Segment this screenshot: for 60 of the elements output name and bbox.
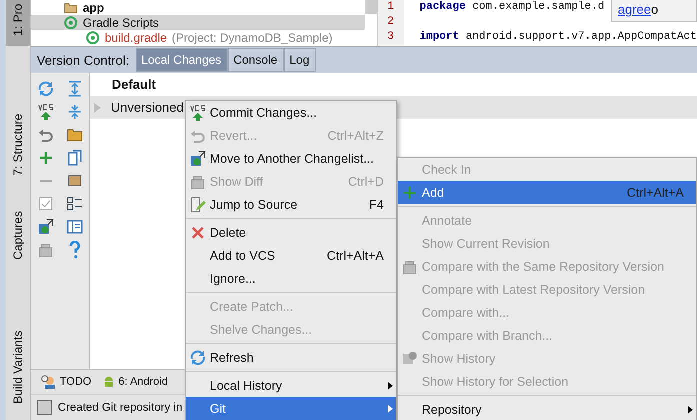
menu-item[interactable]: Repository (398, 398, 696, 420)
close-icon (191, 226, 205, 240)
menu-item[interactable]: Git (186, 397, 396, 420)
status-icon[interactable] (37, 400, 52, 415)
tree-item[interactable]: app (31, 0, 366, 15)
menu-item[interactable]: Delete (186, 221, 396, 244)
submenu-arrow-icon (688, 406, 693, 414)
plus-icon[interactable] (38, 150, 54, 166)
gradle-icon (64, 16, 78, 30)
move-icon (190, 150, 206, 166)
tree-label: Gradle Scripts (83, 16, 160, 30)
menu-item[interactable]: Add Ctrl+Alt+A (398, 181, 696, 204)
status-message: Created Git repository in (58, 402, 183, 414)
tree-detail: (Project: DynamoDB_Sample) (172, 30, 333, 44)
plus-icon (403, 186, 417, 200)
folder-icon[interactable] (66, 126, 82, 142)
expand-arrow-icon[interactable] (94, 102, 101, 112)
code-line: import android.support.v7.app.AppCompatAct (420, 31, 697, 43)
tool-button[interactable]: 6: Android (102, 375, 168, 389)
move-icon[interactable] (38, 218, 54, 234)
vcs-commit-icon[interactable] (38, 104, 54, 120)
line-number: 1 (387, 1, 394, 15)
menu-item[interactable]: Ignore... (186, 267, 396, 290)
tree-item[interactable]: Gradle Scripts (31, 15, 366, 30)
checkbox-icon[interactable] (38, 196, 54, 212)
tree-item[interactable]: build.gradle (Project: DynamoDB_Sample) (31, 30, 366, 45)
tool-window-title: Version Control: (36, 52, 130, 68)
refresh-icon[interactable] (38, 80, 54, 96)
copy-icon[interactable] (66, 150, 82, 166)
menu-item[interactable]: Commit Changes... (186, 101, 396, 124)
line-number: 3 (387, 31, 394, 45)
menu-item[interactable]: Add to VCS Ctrl+Alt+A (186, 244, 396, 267)
code-line: package com.example.sample.d (420, 1, 605, 13)
menu-item[interactable]: Jump to Source F4 (186, 193, 396, 216)
gradle-icon (86, 30, 100, 44)
pencil-icon (190, 196, 206, 212)
scrollbar[interactable] (365, 0, 377, 14)
collapse-icon[interactable] (66, 104, 82, 120)
person-icon (41, 375, 57, 389)
tree-label: build.gradle (105, 30, 168, 44)
side-tab[interactable]: Captures (6, 186, 30, 264)
side-tab[interactable]: Build Variants (6, 300, 30, 408)
tool-button[interactable]: TODO (41, 375, 92, 389)
panel-icon[interactable] (66, 218, 82, 234)
menu-item[interactable]: Refresh (186, 346, 396, 369)
agree-link[interactable]: agree (618, 2, 652, 16)
refresh-icon (190, 350, 206, 366)
checklist-icon[interactable] (66, 196, 82, 212)
side-tab[interactable]: 1: Pro (6, 0, 30, 46)
tab[interactable]: Console (228, 48, 284, 72)
tree-label: app (83, 0, 104, 14)
notice-text: o (651, 2, 658, 16)
side-tab[interactable]: 7: Structure (6, 82, 30, 180)
menu-item[interactable]: Move to Another Changelist... (186, 147, 396, 170)
vcs-commit-icon (190, 104, 206, 120)
changelist-item[interactable]: Default (112, 77, 156, 92)
tab[interactable]: Log (284, 48, 316, 72)
expand-icon[interactable] (66, 80, 82, 96)
line-number: 2 (387, 16, 394, 30)
changelist-item[interactable]: Unversioned (111, 100, 184, 115)
